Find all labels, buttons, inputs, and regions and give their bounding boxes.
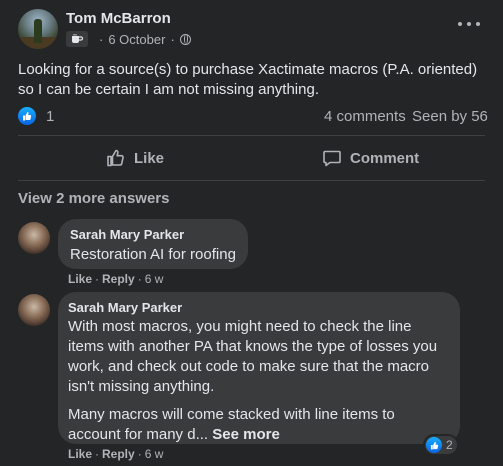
see-more-link[interactable]: See more <box>212 426 280 443</box>
comment-actions: Like · Reply · 6 w <box>68 272 164 286</box>
globe-icon <box>179 33 191 45</box>
comment-like-button[interactable]: Like <box>68 447 92 461</box>
comment-time[interactable]: 6 w <box>145 272 164 286</box>
comment-text: Restoration AI for roofing <box>70 246 236 263</box>
commenter-avatar[interactable] <box>18 294 50 326</box>
like-reaction-icon <box>426 437 442 453</box>
commenter-avatar[interactable] <box>18 222 50 254</box>
commenter-name[interactable]: Sarah Mary Parker <box>68 300 450 316</box>
like-button[interactable]: Like <box>106 143 164 173</box>
more-options-icon[interactable] <box>458 18 480 30</box>
comment-like-button[interactable]: Like <box>68 272 92 286</box>
view-more-answers-link[interactable]: View 2 more answers <box>18 190 169 207</box>
comment-bubble: Sarah Mary Parker Restoration AI for roo… <box>58 219 248 269</box>
comment-label: Comment <box>350 149 420 167</box>
reaction-count[interactable]: 1 <box>46 108 54 125</box>
separator-dot: · <box>99 31 104 47</box>
post-meta: · 6 October · <box>66 30 191 48</box>
comment-text: With most macros, you might need to chec… <box>68 318 438 395</box>
author-name[interactable]: Tom McBarron <box>66 10 171 27</box>
separator-dot: · <box>170 31 175 47</box>
comment-button[interactable]: Comment <box>322 143 419 173</box>
post-text: Looking for a source(s) to purchase Xact… <box>18 61 478 98</box>
comment-reply-button[interactable]: Reply <box>102 272 135 286</box>
comment-reactions[interactable]: 2 <box>425 436 457 454</box>
author-avatar[interactable] <box>18 9 58 49</box>
comment-reaction-count: 2 <box>446 438 453 452</box>
like-label: Like <box>134 149 165 167</box>
comment-time[interactable]: 6 w <box>145 447 164 461</box>
comment-icon <box>323 150 341 167</box>
comment-bubble: Sarah Mary Parker With most macros, you … <box>58 292 460 444</box>
seen-count[interactable]: Seen by 56 <box>412 108 488 125</box>
comment-actions: Like · Reply · 6 w <box>68 447 164 461</box>
comment-text-continued: Many macros will come stacked with line … <box>68 405 450 445</box>
post-date[interactable]: 6 October <box>108 32 165 47</box>
comments-count[interactable]: 4 comments <box>324 108 406 125</box>
commenter-name[interactable]: Sarah Mary Parker <box>70 227 236 243</box>
divider <box>18 135 485 136</box>
divider <box>18 180 485 181</box>
coffee-badge-icon <box>66 31 88 47</box>
thumbs-up-icon <box>107 149 124 167</box>
comment-reply-button[interactable]: Reply <box>102 447 135 461</box>
like-reaction-icon[interactable] <box>18 107 36 125</box>
